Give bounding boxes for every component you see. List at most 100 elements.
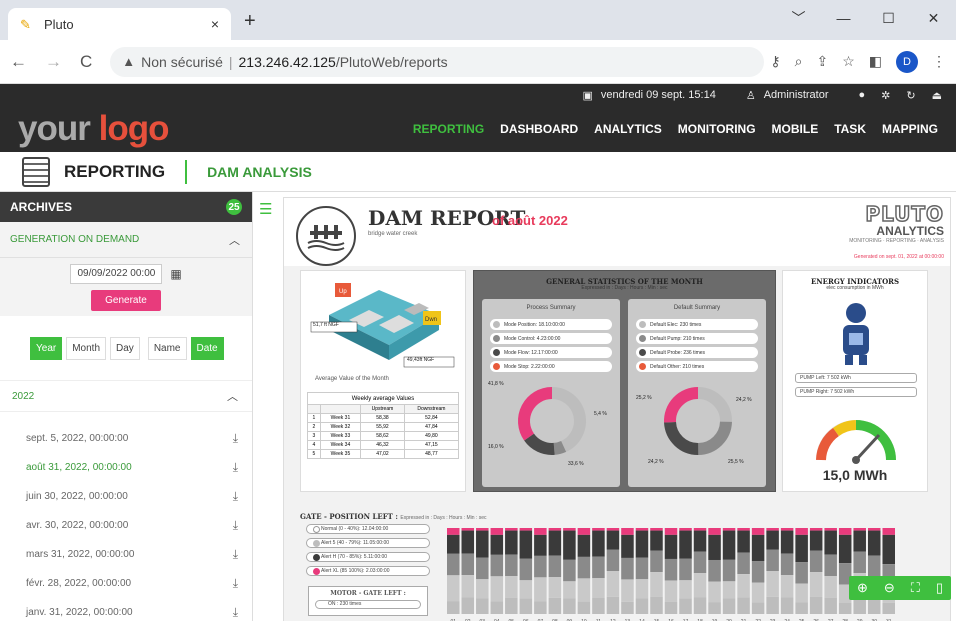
download-icon[interactable]: ⤓ [233, 576, 238, 591]
maximize-button[interactable]: ☐ [866, 0, 911, 36]
new-tab-button[interactable]: + [244, 10, 256, 33]
back-icon[interactable]: ← [10, 52, 27, 72]
archive-item[interactable]: juin 30, 2022, 00:00:00 ⤓ [0, 482, 252, 511]
gate-bar-segment [447, 601, 460, 614]
year-group-header[interactable]: 2022 ︿ [0, 380, 252, 412]
brand-logo[interactable]: your logo [18, 109, 169, 149]
process-item: Mode Position: 18.10:00:00 [490, 319, 612, 330]
gate-bar-segment [650, 596, 663, 614]
water-level-panel: Up Dwn 51,7 ft NGF 49,43ft NGF Average V… [300, 270, 466, 492]
toggle-day[interactable]: Day [110, 336, 140, 360]
zoom-in-icon[interactable]: ⊕ [857, 580, 868, 596]
tab-close-icon[interactable]: × [211, 16, 219, 32]
chevron-up-icon[interactable]: ︿ [227, 388, 238, 404]
archive-item[interactable]: août 31, 2022, 00:00:00 ⤓ [0, 453, 252, 482]
download-icon[interactable]: ⤓ [233, 489, 238, 504]
zoom-out-icon[interactable]: ⊖ [884, 580, 895, 596]
zoom-icon[interactable]: ⌕ [795, 53, 803, 70]
col-downstream: Downstream [403, 404, 460, 414]
archive-item[interactable]: mars 31, 2022, 00:00:00 ⤓ [0, 540, 252, 569]
generation-date-input[interactable]: 09/09/2022 00:00 [70, 263, 163, 284]
gate-bar-segment [751, 582, 765, 603]
url-field[interactable]: ▲ Non sécurisé | 213.246.42.125/PlutoWeb… [110, 46, 765, 77]
notification-icon[interactable]: ● [859, 89, 866, 101]
archive-item[interactable]: sept. 5, 2022, 00:00:00 ⤓ [0, 424, 252, 453]
toggle-year[interactable]: Year [30, 336, 63, 360]
nav-analytics[interactable]: ANALYTICS [594, 122, 662, 136]
nav-dashboard[interactable]: DASHBOARD [500, 122, 578, 136]
minimize-button[interactable]: — [821, 0, 866, 36]
gate-bar-segment [621, 557, 634, 580]
logout-icon[interactable]: ⏏ [932, 89, 942, 102]
bookmark-star-icon[interactable]: ☆ [842, 53, 855, 70]
average-label: Average Value of the Month [315, 376, 389, 382]
generated-date: Generated on sept. 01, 2022 at 00:00:00 [853, 254, 944, 260]
gate-bar-segment [621, 579, 634, 602]
download-icon[interactable]: ⤓ [233, 460, 238, 475]
gate-bar-segment [563, 530, 576, 560]
user-name[interactable]: Administrator [764, 89, 829, 101]
toggle-name[interactable]: Name [147, 336, 187, 360]
nav-mapping[interactable]: MAPPING [882, 122, 938, 136]
gate-bar-segment [766, 530, 779, 550]
nav-mobile[interactable]: MOBILE [772, 122, 819, 136]
sidepanel-icon[interactable]: ◧ [869, 53, 882, 70]
archives-count-badge: 25 [226, 199, 242, 215]
delete-icon[interactable]: ▯ [936, 580, 943, 596]
nav-task[interactable]: TASK [834, 122, 866, 136]
gate-bar-segment [621, 528, 634, 535]
page-subtitle[interactable]: DAM ANALYSIS [207, 164, 312, 180]
app-header: your logo REPORTING DASHBOARD ANALYTICS … [0, 106, 956, 152]
download-icon[interactable]: ⤓ [233, 605, 238, 620]
gate-bar-segment [722, 528, 736, 531]
key-icon[interactable]: ⚷ [770, 53, 780, 70]
gate-bar-segment [809, 530, 823, 551]
gate-position-chart: 0102030405060708091011121314151617181920… [447, 528, 895, 621]
tab-search-icon[interactable]: ﹀ [776, 0, 821, 36]
gate-bar-segment [737, 552, 750, 575]
nav-reporting[interactable]: REPORTING [413, 122, 484, 136]
generate-button[interactable]: Generate [91, 289, 161, 311]
profile-avatar[interactable]: D [896, 50, 918, 73]
download-icon[interactable]: ⤓ [233, 431, 238, 446]
settings-gear-icon[interactable]: ✲ [881, 89, 890, 102]
list-toggle-icon[interactable]: ☰ [259, 200, 272, 218]
archive-item[interactable]: avr. 30, 2022, 00:00:00 ⤓ [0, 511, 252, 540]
chevron-up-icon[interactable]: ︿ [229, 232, 240, 248]
toggle-month[interactable]: Month [66, 336, 107, 360]
default-donut-slice [697, 421, 732, 455]
menu-dots-icon[interactable]: ⋮ [932, 53, 946, 70]
gate-bar-segment [519, 558, 533, 581]
forward-icon[interactable]: → [45, 52, 62, 72]
reload-icon[interactable]: C [80, 52, 92, 72]
nav-monitoring[interactable]: MONITORING [678, 122, 756, 136]
default-donut-chart [664, 387, 732, 455]
archive-item[interactable]: févr. 28, 2022, 00:00:00 ⤓ [0, 569, 252, 598]
share-icon[interactable]: ⇪ [816, 53, 828, 70]
generation-section-header[interactable]: GENERATION ON DEMAND ︿ [0, 222, 252, 258]
gate-bar-segment [838, 528, 852, 535]
gate-item: Alert 5 (40 - 79%): 11.05:00:00 [306, 538, 430, 548]
technician-illustration [843, 303, 869, 365]
gate-bar-segment [505, 576, 518, 598]
calendar-picker-icon[interactable]: ▦ [170, 267, 181, 281]
download-icon[interactable]: ⤓ [233, 547, 238, 562]
weekly-table-caption: Weekly average Values [307, 392, 459, 405]
gate-item: Normal (0 - 40%): 12.04:00:00 [306, 524, 430, 534]
archive-date: sept. 5, 2022, 00:00:00 [26, 433, 129, 444]
gate-bar-segment [635, 530, 649, 558]
toggle-date[interactable]: Date [190, 336, 224, 360]
report-document-icon [22, 156, 50, 187]
refresh-icon[interactable]: ↻ [906, 89, 915, 102]
gate-bar-segment [490, 576, 504, 602]
browser-tab[interactable]: ✎ Pluto × [8, 8, 231, 40]
gate-bar-segment [722, 559, 736, 582]
motor-box: MOTOR - GATE LEFT : ON : 230 times [308, 586, 428, 616]
download-icon[interactable]: ⤓ [233, 518, 238, 533]
process-donut-slice [524, 433, 555, 455]
gate-bar-segment [751, 602, 765, 614]
fullscreen-icon[interactable]: ⛶ [911, 580, 920, 596]
archive-item[interactable]: janv. 31, 2022, 00:00:00 ⤓ [0, 598, 252, 621]
gate-bar-segment [838, 602, 852, 614]
close-window-button[interactable]: ✕ [911, 0, 956, 36]
